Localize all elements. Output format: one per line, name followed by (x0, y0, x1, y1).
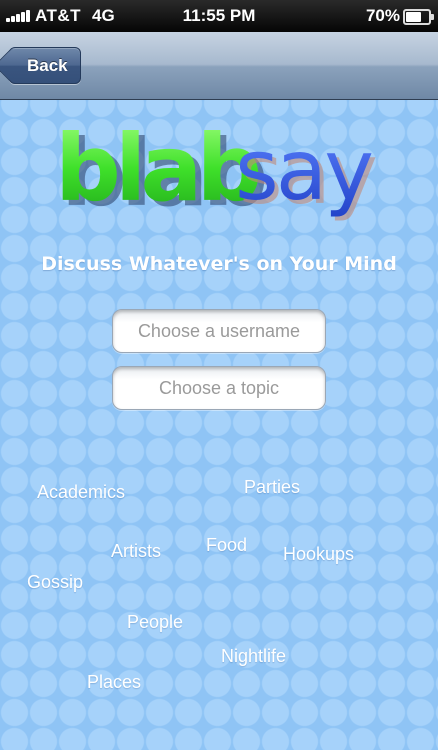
logo-part-blab: blab (55, 115, 258, 222)
status-bar: AT&T 4G 11:55 PM 70% (0, 0, 438, 32)
topic-nightlife[interactable]: Nightlife (221, 646, 286, 667)
topic-parties[interactable]: Parties (244, 477, 300, 498)
battery-icon (403, 9, 434, 25)
back-button-label: Back (27, 56, 68, 75)
app-screen: AT&T 4G 11:55 PM 70% Back blab blab say … (0, 0, 438, 750)
blabsay-logo: blab blab say say (55, 115, 379, 222)
topic-academics[interactable]: Academics (37, 482, 125, 503)
topic-places[interactable]: Places (87, 672, 141, 693)
tagline: Discuss Whatever's on Your Mind (41, 253, 397, 275)
username-input[interactable] (112, 309, 326, 353)
battery-percentage: 70% (365, 6, 400, 25)
topic-hookups[interactable]: Hookups (283, 544, 354, 565)
topic-food[interactable]: Food (206, 535, 247, 556)
topic-gossip[interactable]: Gossip (27, 572, 83, 593)
back-button[interactable]: Back (9, 47, 81, 84)
logo-part-say: say (235, 121, 372, 219)
topic-artists[interactable]: Artists (111, 541, 161, 562)
navigation-bar: Back (0, 32, 438, 100)
topic-input[interactable] (112, 366, 326, 410)
battery-level-fill (406, 12, 421, 22)
topic-people[interactable]: People (127, 612, 183, 633)
